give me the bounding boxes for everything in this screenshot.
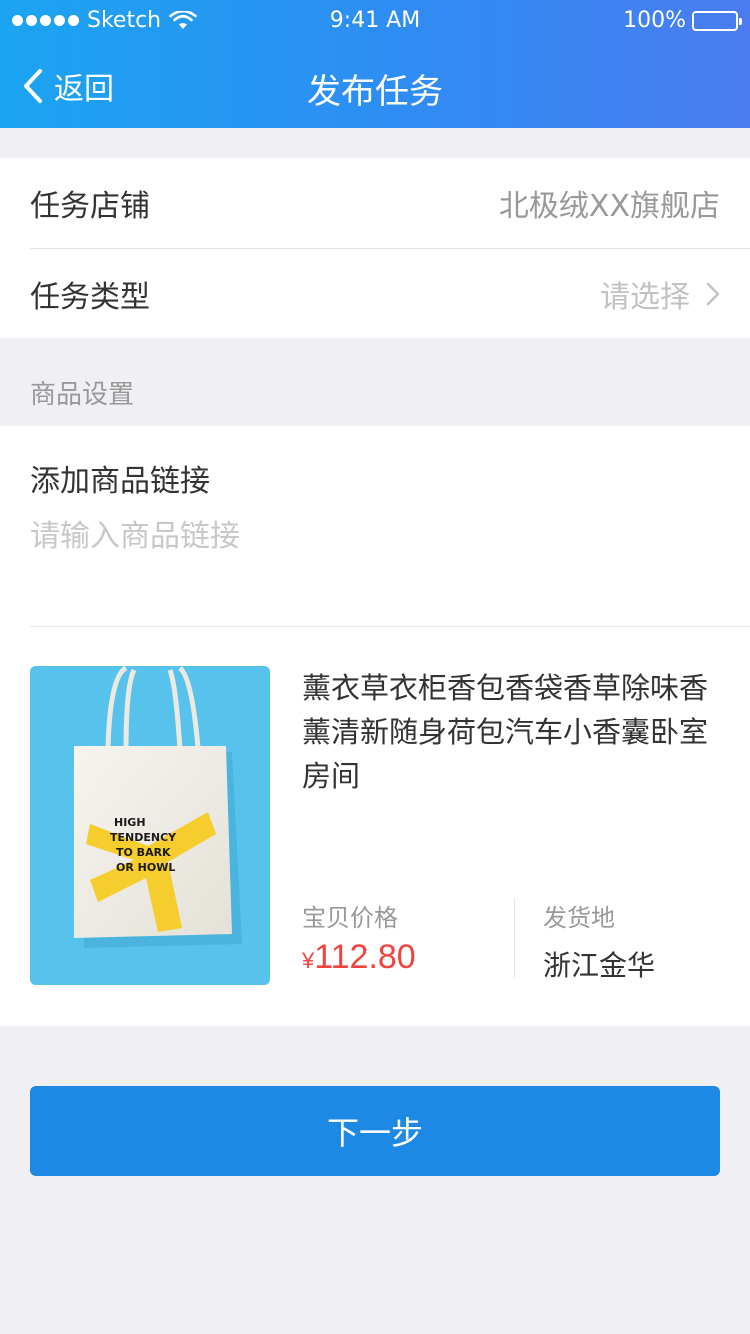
battery-icon — [692, 10, 742, 31]
ship-from-label: 发货地 — [543, 904, 615, 932]
header: Sketch 9:41 AM 100% 返回 发布任务 — [0, 0, 750, 128]
price-label: 宝贝价格 — [302, 904, 398, 932]
task-type-selector[interactable]: 请选择 — [600, 272, 720, 316]
shop-label: 任务店铺 — [30, 189, 150, 224]
product-title: 薰衣草衣柜香包香袋香草除味香薰清新随身荷包汽车小香囊卧室房间 — [302, 671, 709, 793]
product-link-input[interactable] — [30, 514, 720, 558]
shop-value: 北极绒XX旗舰店 — [498, 189, 720, 224]
vertical-divider — [514, 898, 515, 978]
ship-from-value: 浙江金华 — [543, 949, 656, 982]
page-title: 发布任务 — [307, 72, 443, 112]
nav-bar: 返回 发布任务 — [0, 44, 750, 128]
battery-percentage: 100% — [623, 8, 686, 33]
bag-text-line: TO BARK — [116, 846, 171, 859]
status-right: 100% — [623, 8, 742, 33]
task-type-row[interactable]: 任务类型 请选择 — [30, 249, 750, 339]
shop-row: 任务店铺 北极绒XX旗舰店 — [30, 158, 750, 248]
currency-symbol: ¥ — [302, 948, 315, 973]
next-step-button[interactable]: 下一步 — [30, 1086, 720, 1176]
product-settings-group: 添加商品链接 HIGH TENDENCY TO BARK — [0, 426, 750, 1026]
product-image: HIGH TENDENCY TO BARK OR HOWL — [30, 666, 270, 985]
task-type-label: 任务类型 — [30, 280, 150, 315]
tote-bag-image: HIGH TENDENCY TO BARK OR HOWL — [30, 666, 270, 985]
price-value: 112.80 — [314, 938, 416, 976]
section-title: 商品设置 — [30, 380, 135, 410]
product-link-label: 添加商品链接 — [30, 464, 210, 499]
task-info-group: 任务店铺 北极绒XX旗舰店 任务类型 请选择 — [0, 158, 750, 338]
bag-text-line: HIGH — [114, 816, 146, 829]
task-type-value: 请选择 — [600, 280, 690, 315]
chevron-right-icon — [706, 282, 720, 306]
bag-text-line: TENDENCY — [110, 831, 177, 844]
bag-text-line: OR HOWL — [116, 861, 175, 874]
product-price: ¥112.80 — [302, 938, 416, 977]
divider — [30, 626, 750, 627]
status-bar: Sketch 9:41 AM 100% — [0, 0, 750, 44]
